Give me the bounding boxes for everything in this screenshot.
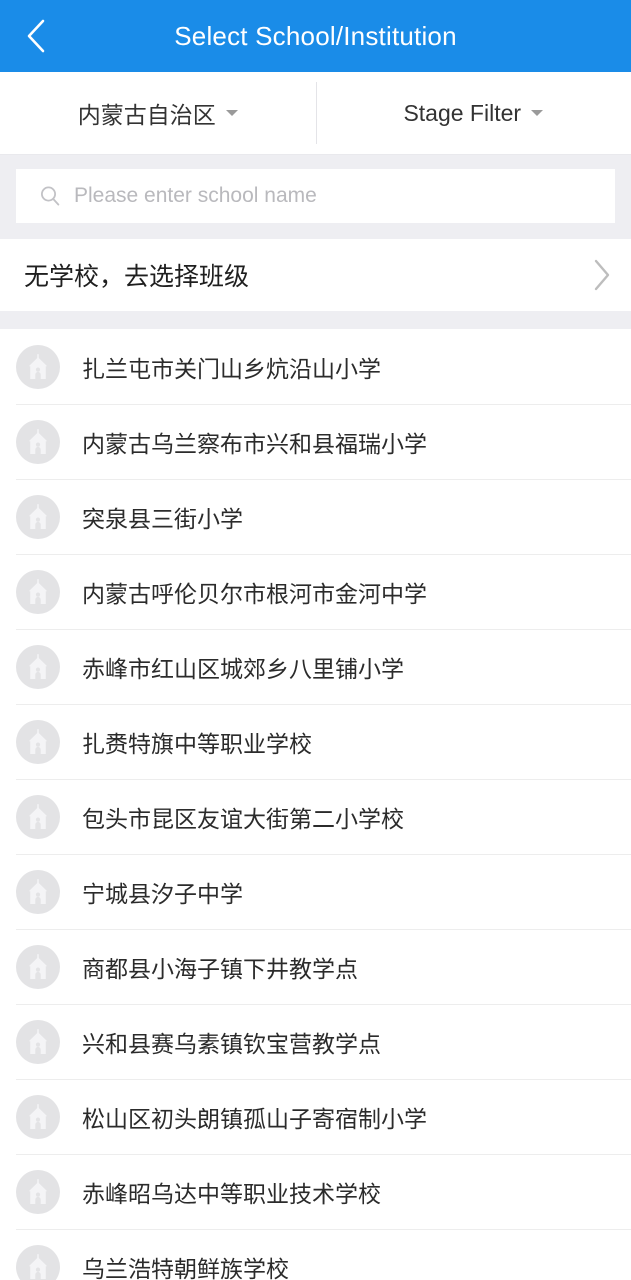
school-building-icon <box>16 1169 60 1214</box>
school-list-item[interactable]: 内蒙古呼伦贝尔市根河市金河中学 <box>0 554 631 629</box>
chevron-right-icon <box>594 259 610 291</box>
school-list-item[interactable]: 赤峰昭乌达中等职业技术学校 <box>0 1154 631 1229</box>
school-list-item[interactable]: 包头市昆区友谊大街第二小学校 <box>0 779 631 854</box>
app-bar: Select School/Institution <box>0 0 631 72</box>
chevron-left-icon <box>27 19 45 53</box>
school-name: 赤峰昭乌达中等职业技术学校 <box>82 1180 381 1207</box>
school-name: 扎赉特旗中等职业学校 <box>82 730 312 757</box>
school-name: 内蒙古乌兰察布市兴和县福瑞小学 <box>82 430 427 457</box>
search-box[interactable] <box>16 169 615 223</box>
school-building-icon <box>16 1019 60 1064</box>
school-building-icon <box>16 869 60 914</box>
search-icon <box>41 186 60 206</box>
no-school-label: 无学校，去选择班级 <box>24 263 250 291</box>
school-list-item[interactable]: 宁城县汐子中学 <box>0 854 631 929</box>
school-list-item[interactable]: 赤峰市红山区城郊乡八里铺小学 <box>0 629 631 704</box>
page-title: Select School/Institution <box>174 21 457 51</box>
school-building-icon <box>16 1244 60 1280</box>
school-building-icon <box>16 344 60 389</box>
school-name: 赤峰市红山区城郊乡八里铺小学 <box>82 655 404 682</box>
school-list-item[interactable]: 松山区初头朗镇孤山子寄宿制小学 <box>0 1079 631 1154</box>
stage-filter[interactable]: Stage Filter <box>315 72 631 154</box>
search-input[interactable] <box>74 176 593 216</box>
school-name: 宁城县汐子中学 <box>82 880 243 907</box>
section-gap <box>0 311 631 329</box>
stage-filter-label: Stage Filter <box>403 99 522 126</box>
school-selection-screen: Select School/Institution 内蒙古自治区 Stage F… <box>0 0 631 1280</box>
school-building-icon <box>16 569 60 614</box>
school-list: 扎兰屯市关门山乡炕沿山小学 内蒙古乌兰察布市兴和县福瑞小学 突泉县三街小学 内蒙… <box>0 329 631 1280</box>
school-name: 兴和县赛乌素镇钦宝营教学点 <box>82 1030 381 1057</box>
filter-bar: 内蒙古自治区 Stage Filter <box>0 72 631 155</box>
school-list-item[interactable]: 兴和县赛乌素镇钦宝营教学点 <box>0 1004 631 1079</box>
school-building-icon <box>16 494 60 539</box>
school-building-icon <box>16 719 60 764</box>
school-name: 乌兰浩特朝鲜族学校 <box>82 1255 289 1280</box>
school-list-item[interactable]: 扎兰屯市关门山乡炕沿山小学 <box>0 329 631 404</box>
region-filter-label: 内蒙古自治区 <box>77 102 216 128</box>
school-building-icon <box>16 794 60 839</box>
school-building-icon <box>16 419 60 464</box>
school-building-icon <box>16 944 60 989</box>
school-building-icon <box>16 1094 60 1139</box>
school-name: 突泉县三街小学 <box>82 505 243 532</box>
back-button[interactable] <box>0 0 72 72</box>
school-list-item[interactable]: 商都县小海子镇下井教学点 <box>0 929 631 1004</box>
school-list-item[interactable]: 乌兰浩特朝鲜族学校 <box>0 1229 631 1280</box>
no-school-row[interactable]: 无学校，去选择班级 <box>0 239 631 311</box>
search-section <box>0 155 631 239</box>
chevron-down-icon <box>531 110 544 116</box>
school-name: 包头市昆区友谊大街第二小学校 <box>82 805 404 832</box>
school-list-item[interactable]: 内蒙古乌兰察布市兴和县福瑞小学 <box>0 404 631 479</box>
chevron-down-icon <box>225 110 238 116</box>
region-filter[interactable]: 内蒙古自治区 <box>0 72 316 154</box>
school-list-item[interactable]: 突泉县三街小学 <box>0 479 631 554</box>
school-building-icon <box>16 644 60 689</box>
school-name: 内蒙古呼伦贝尔市根河市金河中学 <box>82 580 427 607</box>
school-name: 商都县小海子镇下井教学点 <box>82 955 358 982</box>
school-list-item[interactable]: 扎赉特旗中等职业学校 <box>0 704 631 779</box>
school-name: 松山区初头朗镇孤山子寄宿制小学 <box>82 1105 427 1132</box>
school-name: 扎兰屯市关门山乡炕沿山小学 <box>82 355 381 382</box>
